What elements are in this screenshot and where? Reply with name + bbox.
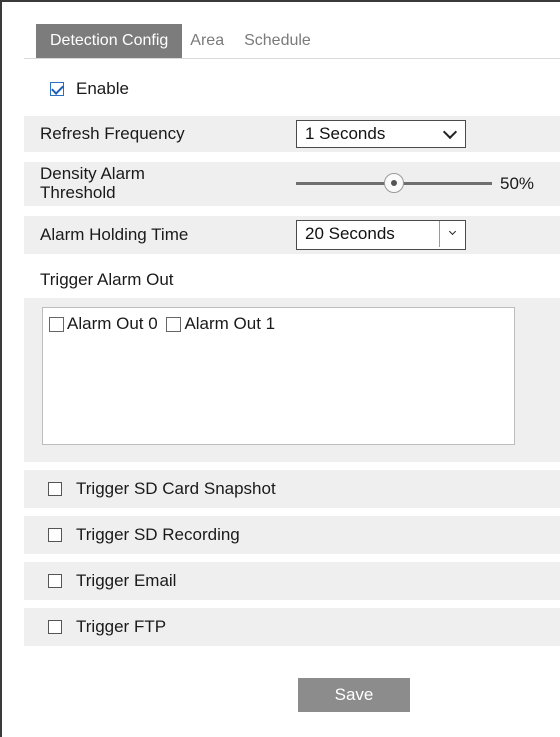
alarm-out-0-label: Alarm Out 0 (67, 314, 158, 333)
enable-checkbox[interactable] (50, 82, 64, 96)
trigger-sd-recording-checkbox[interactable] (48, 528, 62, 542)
trigger-ftp-checkbox[interactable] (48, 620, 62, 634)
enable-label: Enable (76, 79, 129, 98)
trigger-ftp-row: Trigger FTP (24, 608, 560, 646)
trigger-ftp-label: Trigger FTP (76, 617, 167, 636)
tab-detection-config[interactable]: Detection Config (36, 24, 183, 58)
trigger-email-label: Trigger Email (76, 571, 177, 590)
alarm-holding-label: Alarm Holding Time (40, 225, 189, 244)
refresh-frequency-label: Refresh Frequency (40, 124, 185, 143)
trigger-alarm-out-label: Trigger Alarm Out (40, 270, 174, 289)
tab-area[interactable]: Area (182, 24, 232, 58)
trigger-sd-recording-label: Trigger SD Recording (76, 525, 240, 544)
tab-bar: Detection Config Area Schedule (36, 24, 323, 58)
alarm-out-listbox: Alarm Out 0 Alarm Out 1 (42, 307, 515, 445)
trigger-sd-snapshot-label: Trigger SD Card Snapshot (76, 479, 276, 498)
trigger-alarm-out-row: Trigger Alarm Out (24, 262, 560, 298)
alarm-out-1-checkbox[interactable] (166, 316, 182, 332)
trigger-email-checkbox[interactable] (48, 574, 62, 588)
density-threshold-slider-thumb[interactable] (384, 173, 404, 193)
tab-underline (24, 58, 560, 59)
enable-row: Enable (24, 72, 560, 106)
tab-schedule[interactable]: Schedule (232, 24, 323, 58)
trigger-sd-snapshot-row: Trigger SD Card Snapshot (24, 470, 560, 508)
density-threshold-label-line2: Threshold (40, 183, 116, 202)
refresh-frequency-row: Refresh Frequency 1 Seconds (24, 116, 560, 152)
density-threshold-label-line1: Density Alarm (40, 164, 145, 183)
config-panel: Detection Config Area Schedule Enable Re… (0, 0, 560, 737)
density-threshold-row: Density Alarm Threshold 50% (24, 162, 560, 206)
density-threshold-value: 50% (500, 174, 535, 193)
trigger-sd-recording-row: Trigger SD Recording (24, 516, 560, 554)
density-threshold-label: Density Alarm Threshold (40, 164, 145, 202)
alarm-holding-select[interactable]: 20 Seconds (296, 220, 466, 250)
alarm-out-0-option[interactable]: Alarm Out 0 (49, 314, 158, 334)
refresh-frequency-select[interactable]: 1 Seconds (296, 120, 466, 148)
chevron-down-icon (448, 227, 457, 236)
chevron-down-icon (442, 124, 458, 140)
alarm-out-1-label: Alarm Out 1 (184, 314, 276, 333)
refresh-frequency-value: 1 Seconds (305, 124, 386, 143)
alarm-holding-dropdown-button[interactable] (439, 221, 465, 247)
alarm-holding-row: Alarm Holding Time 20 Seconds (24, 216, 560, 254)
alarm-out-0-checkbox[interactable] (49, 316, 64, 332)
save-button[interactable]: Save (298, 678, 410, 712)
trigger-email-row: Trigger Email (24, 562, 560, 600)
trigger-sd-snapshot-checkbox[interactable] (48, 482, 62, 496)
alarm-out-1-option[interactable]: Alarm Out 1 (166, 314, 275, 334)
alarm-holding-value: 20 Seconds (305, 224, 395, 243)
